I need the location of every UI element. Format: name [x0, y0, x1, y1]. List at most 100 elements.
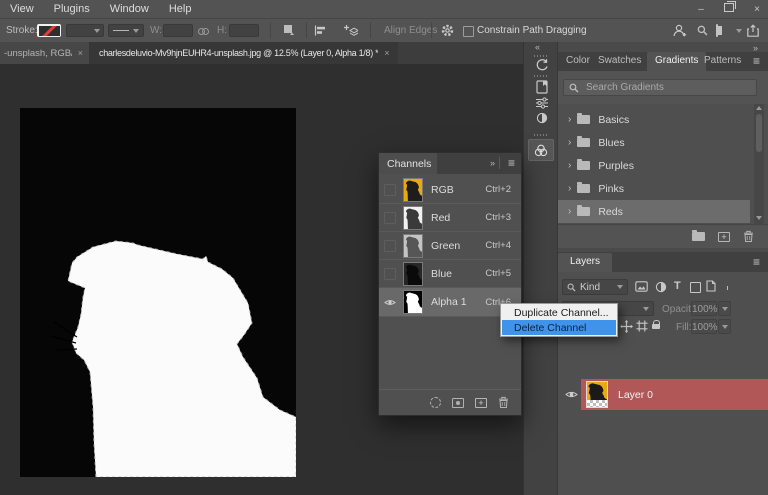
expand-dock-chevron[interactable]: « — [535, 42, 540, 52]
folder-purples[interactable]: › Purples — [558, 154, 750, 177]
visibility-toggle[interactable] — [384, 212, 396, 224]
path-operations-button[interactable] — [283, 24, 295, 36]
menu-item-delete-channel[interactable]: Delete Channel — [502, 320, 616, 335]
scroll-down-icon[interactable] — [756, 216, 762, 220]
close-button[interactable]: × — [750, 4, 764, 15]
save-selection-as-channel-icon[interactable] — [452, 398, 464, 408]
channel-row-blue[interactable]: Blue Ctrl+5 — [379, 260, 521, 288]
fill-label: Fill: — [676, 322, 692, 333]
layer-name[interactable]: Layer 0 — [618, 389, 653, 401]
menu-window[interactable]: Window — [100, 0, 159, 18]
search-icon[interactable] — [697, 25, 708, 36]
menu-item-duplicate-channel[interactable]: Duplicate Channel... — [502, 305, 616, 320]
channels-panel: Channels » ≡ RGB Ctrl+2 Red Ctrl+3 — [378, 152, 522, 416]
chevron-right-icon[interactable]: › — [568, 114, 571, 125]
minimize-button[interactable]: – — [694, 4, 708, 15]
share-icon[interactable] — [747, 24, 759, 37]
restore-button[interactable] — [722, 3, 736, 15]
menu-help[interactable]: Help — [159, 0, 202, 18]
gear-icon[interactable] — [441, 24, 454, 37]
fill-chevron[interactable] — [718, 319, 731, 334]
visibility-toggle[interactable] — [384, 268, 396, 280]
panel-menu-icon[interactable]: ≡ — [508, 156, 515, 170]
folder-basics[interactable]: › Basics — [558, 108, 750, 131]
filter-shape-layers-icon[interactable] — [690, 282, 701, 293]
folder-blues[interactable]: › Blues — [558, 131, 750, 154]
stroke-style-dropdown[interactable] — [108, 24, 144, 37]
close-icon[interactable]: × — [78, 48, 83, 58]
folder-pinks[interactable]: › Pinks — [558, 177, 750, 200]
layer-filter-kind-dropdown[interactable]: Kind — [562, 279, 628, 295]
document-canvas[interactable] — [20, 108, 296, 477]
height-field[interactable] — [229, 24, 259, 37]
filter-smart-objects-icon[interactable] — [706, 280, 716, 292]
opacity-chevron[interactable] — [718, 301, 731, 316]
new-channel-icon[interactable]: + — [475, 398, 487, 408]
stroke-swatch-button[interactable] — [37, 24, 61, 37]
channels-tab[interactable]: Channels — [379, 153, 437, 174]
tab-patterns[interactable]: Patterns — [704, 55, 741, 66]
tab-swatches[interactable]: Swatches — [598, 55, 641, 66]
channel-row-red[interactable]: Red Ctrl+3 — [379, 204, 521, 232]
lock-position-icon[interactable] — [620, 320, 633, 333]
lock-artboard-icon[interactable] — [636, 320, 648, 332]
history-icon[interactable] — [524, 58, 559, 72]
collapse-panel-chevron[interactable]: » — [490, 158, 495, 168]
channel-row-green[interactable]: Green Ctrl+4 — [379, 232, 521, 260]
visibility-toggle[interactable] — [384, 184, 396, 196]
eye-icon[interactable] — [565, 390, 578, 399]
document-tab-active[interactable]: charlesdeluvio-Mv9hjnEUHR4-unsplash.jpg … — [89, 42, 398, 64]
width-field[interactable] — [163, 24, 193, 37]
new-group-folder-icon[interactable] — [692, 232, 705, 241]
folder-icon — [577, 207, 590, 216]
filter-type-layers-icon[interactable]: T — [674, 280, 681, 292]
path-arrangement-button[interactable] — [343, 24, 358, 37]
opacity-value[interactable]: 100% — [691, 301, 717, 316]
visibility-toggle[interactable] — [384, 240, 396, 252]
link-dimensions-icon[interactable] — [198, 27, 209, 38]
scrollbar-thumb[interactable] — [756, 114, 762, 152]
scroll-up-icon[interactable] — [756, 106, 762, 110]
workspace-switcher-icon[interactable] — [716, 24, 718, 37]
channels-header[interactable]: Channels » ≡ — [379, 153, 521, 174]
path-alignment-button[interactable] — [314, 25, 326, 36]
layer-thumbnail[interactable] — [586, 381, 608, 408]
tab-color[interactable]: Color — [566, 55, 590, 66]
fill-value[interactable]: 100% — [691, 319, 717, 334]
close-icon[interactable]: × — [384, 48, 389, 58]
chevron-down-icon — [617, 285, 623, 289]
chevron-right-icon[interactable]: › — [568, 137, 571, 148]
chevron-right-icon[interactable]: › — [568, 206, 571, 217]
new-gradient-icon[interactable]: + — [718, 232, 730, 242]
window-controls: – × — [694, 0, 764, 18]
chevron-down-icon[interactable] — [736, 29, 742, 33]
trash-icon[interactable] — [498, 396, 509, 409]
chevron-right-icon[interactable]: › — [568, 160, 571, 171]
eye-icon[interactable] — [384, 296, 396, 308]
panel-menu-icon[interactable]: ≡ — [753, 54, 760, 68]
panel-menu-icon[interactable]: ≡ — [753, 255, 760, 269]
filter-adjustment-layers-icon[interactable] — [655, 281, 667, 293]
constrain-path-checkbox[interactable] — [463, 26, 474, 37]
scrollbar[interactable] — [754, 104, 764, 224]
channel-row-rgb[interactable]: RGB Ctrl+2 — [379, 176, 521, 204]
load-selection-icon[interactable] — [430, 397, 441, 408]
layer-row[interactable]: Layer 0 — [558, 379, 768, 410]
share-profile-icon[interactable] — [673, 24, 687, 37]
search-gradients-input[interactable] — [584, 81, 751, 94]
channels-panel-icon[interactable] — [528, 139, 554, 161]
menu-plugins[interactable]: Plugins — [44, 0, 100, 18]
folder-reds-selected[interactable]: › Reds — [558, 200, 750, 223]
menu-view[interactable]: View — [0, 0, 44, 18]
channel-shortcut: Ctrl+2 — [485, 184, 511, 195]
document-tab-inactive[interactable]: -unsplash, RGB/8) * × — [0, 42, 89, 64]
properties-icon[interactable] — [524, 97, 559, 109]
filter-pixel-layers-icon[interactable] — [635, 281, 648, 292]
trash-icon[interactable] — [743, 230, 754, 243]
separator — [499, 157, 500, 169]
chevron-right-icon[interactable]: › — [568, 183, 571, 194]
libraries-icon[interactable] — [524, 80, 559, 94]
constrain-path-label: Constrain Path Dragging — [477, 25, 587, 36]
adjustments-icon[interactable] — [524, 112, 559, 124]
stroke-type-dropdown[interactable] — [66, 24, 104, 37]
